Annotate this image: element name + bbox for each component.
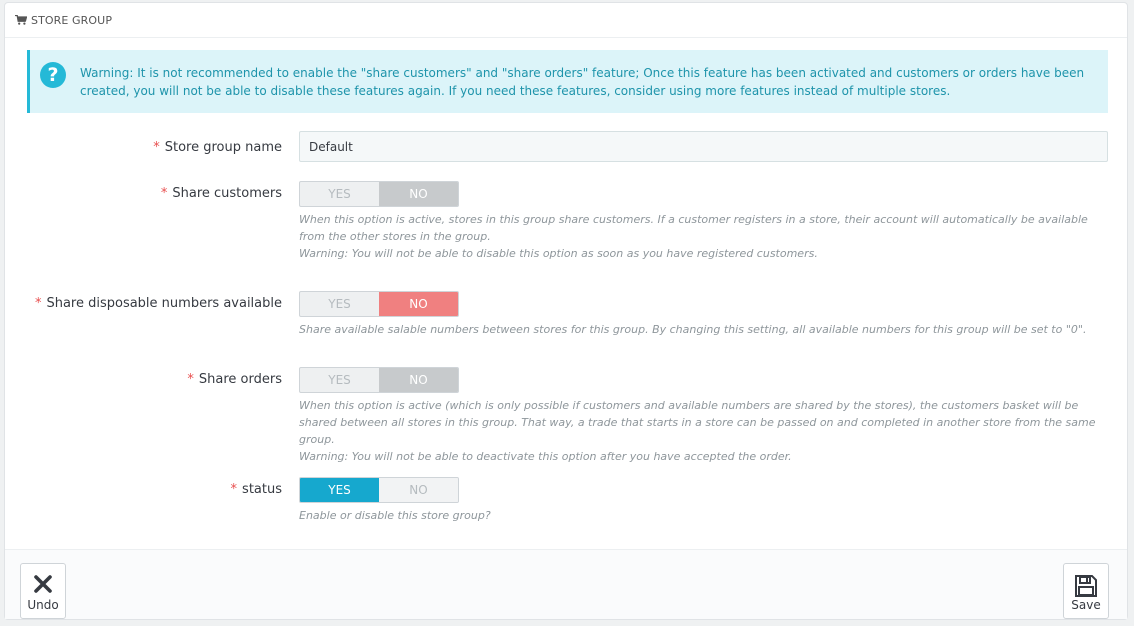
share-customers-yes[interactable]: YES — [300, 182, 379, 206]
share-numbers-switch[interactable]: YES NO — [299, 291, 459, 317]
close-icon — [34, 575, 52, 593]
share-orders-label: * Share orders — [187, 372, 282, 387]
warning-alert: ? Warning: It is not recommended to enab… — [27, 50, 1108, 113]
share-customers-label: * Share customers — [161, 186, 282, 201]
label-text: Share orders — [198, 372, 282, 387]
share-numbers-yes[interactable]: YES — [300, 292, 379, 316]
status-label: * status — [231, 482, 282, 497]
help-warning: Warning: You will not be able to disable… — [299, 247, 818, 260]
share-orders-no[interactable]: NO — [379, 368, 458, 392]
undo-label: Undo — [27, 598, 59, 612]
question-icon: ? — [40, 62, 66, 88]
help-text: When this option is active (which is onl… — [299, 399, 1096, 446]
help-warning: Warning: You will not be able to deactiv… — [299, 450, 792, 463]
share-customers-no[interactable]: NO — [379, 182, 458, 206]
required-mark: * — [34, 296, 42, 311]
share-customers-help: When this option is active, stores in th… — [299, 211, 1109, 262]
required-mark: * — [153, 140, 160, 155]
help-text: Share available salable numbers between … — [299, 323, 1087, 336]
store-group-panel: STORE GROUP ? Warning: It is not recomme… — [4, 2, 1128, 620]
share-orders-help: When this option is active (which is onl… — [299, 397, 1109, 465]
panel-footer: Undo Save — [5, 549, 1127, 619]
panel-heading: STORE GROUP — [5, 3, 1127, 38]
share-numbers-no[interactable]: NO — [379, 292, 458, 316]
panel-title: STORE GROUP — [31, 13, 113, 27]
alert-text: Warning: It is not recommended to enable… — [80, 66, 1085, 98]
store-group-name-label: * Store group name — [153, 140, 282, 155]
status-no[interactable]: NO — [379, 478, 458, 502]
status-help: Enable or disable this store group? — [299, 507, 1109, 524]
label-text: Store group name — [164, 140, 282, 155]
help-text: Enable or disable this store group? — [299, 509, 491, 522]
status-yes[interactable]: YES — [300, 478, 379, 502]
shopping-cart-icon — [15, 15, 27, 25]
floppy-disk-icon — [1075, 575, 1097, 597]
label-text: Share customers — [172, 186, 282, 201]
undo-button[interactable]: Undo — [20, 563, 66, 619]
share-numbers-help: Share available salable numbers between … — [299, 321, 1109, 338]
required-mark: * — [160, 186, 168, 201]
label-text: Share disposable numbers available — [46, 296, 282, 311]
share-orders-yes[interactable]: YES — [300, 368, 379, 392]
share-numbers-label: * Share disposable numbers available — [35, 296, 282, 311]
required-mark: * — [187, 372, 194, 387]
share-customers-switch[interactable]: YES NO — [299, 181, 459, 207]
save-label: Save — [1071, 598, 1101, 612]
help-text: When this option is active, stores in th… — [299, 213, 1088, 243]
store-group-name-input[interactable] — [299, 131, 1108, 162]
status-switch[interactable]: YES NO — [299, 477, 459, 503]
share-orders-switch[interactable]: YES NO — [299, 367, 459, 393]
required-mark: * — [230, 482, 238, 497]
label-text: status — [242, 482, 282, 497]
save-button[interactable]: Save — [1063, 563, 1109, 619]
